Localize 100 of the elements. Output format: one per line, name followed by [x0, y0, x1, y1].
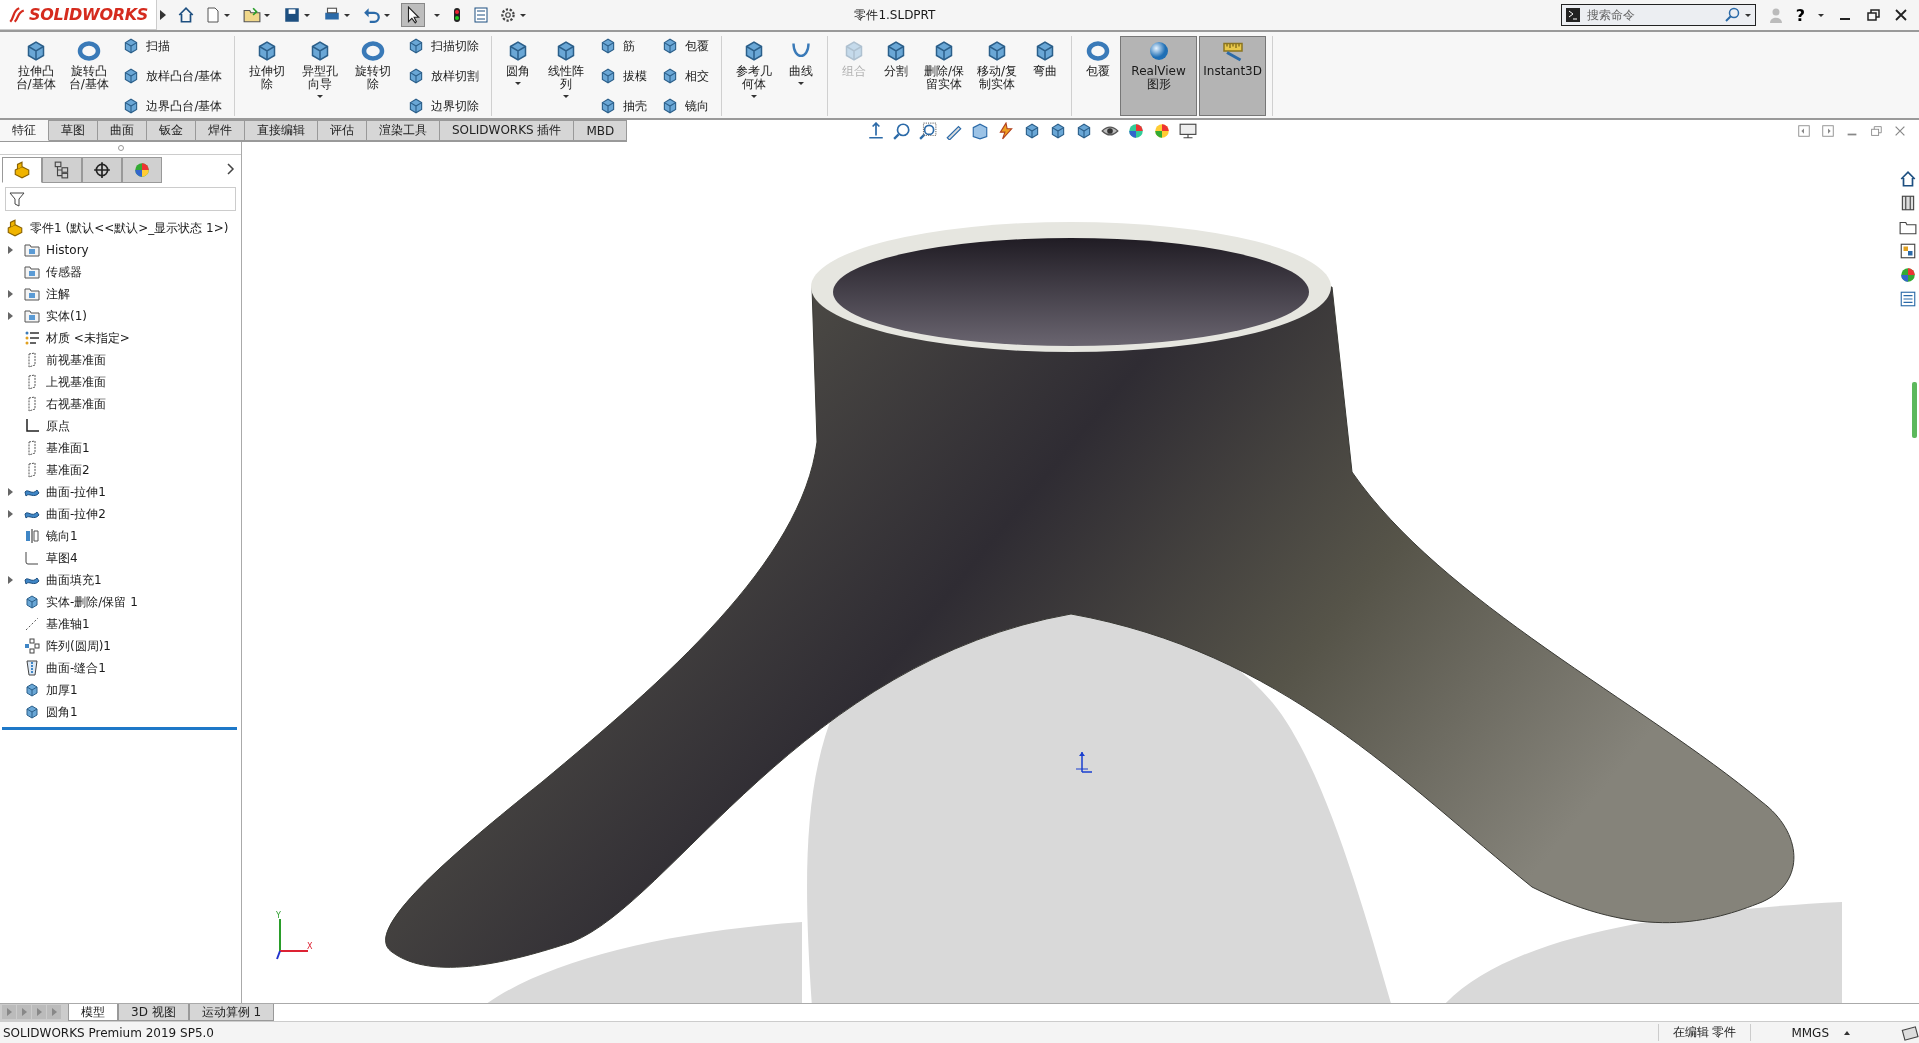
expand-triangle-icon[interactable] [6, 245, 14, 255]
ribbon-button[interactable]: 筋 [597, 36, 650, 56]
ribbon-button[interactable]: 拉伸凸台/基体 [10, 36, 62, 116]
expand-triangle-icon[interactable] [6, 487, 14, 497]
ribbon-button[interactable]: 弯曲 [1024, 36, 1065, 116]
ribbon-button[interactable]: 圆角 [498, 36, 538, 116]
caret-icon[interactable] [749, 93, 758, 100]
caret-icon[interactable] [303, 11, 312, 19]
caret-icon[interactable] [263, 11, 272, 19]
tree-item[interactable]: 基准轴1 [46, 615, 90, 633]
monitor-icon[interactable] [1179, 122, 1198, 140]
list-icon[interactable] [1899, 290, 1917, 308]
tree-item[interactable]: 曲面填充1 [46, 571, 102, 589]
caret-icon[interactable] [433, 11, 442, 19]
tree-item[interactable]: 基准面1 [46, 439, 90, 457]
caret-icon[interactable] [343, 11, 352, 19]
command-tab[interactable]: 特征 [0, 120, 49, 141]
tree-item[interactable]: 实体(1) [46, 307, 87, 325]
view-tab[interactable]: 模型 [68, 1004, 118, 1021]
tree-item[interactable]: 曲面-拉伸1 [46, 483, 106, 501]
ribbon-button[interactable]: 扫描 [120, 36, 225, 56]
tree-item[interactable]: 曲面-拉伸2 [46, 505, 106, 523]
save-icon[interactable] [283, 6, 302, 24]
ribbon-button[interactable]: 拉伸切除 [241, 36, 293, 116]
ribbon-button[interactable]: 拔模 [597, 66, 650, 86]
filter-field[interactable] [5, 187, 236, 211]
color-ball-icon[interactable] [1899, 266, 1917, 284]
ribbon-button[interactable]: 镜向 [659, 96, 712, 116]
ribbon-button[interactable]: 曲线 [781, 36, 822, 116]
command-tab[interactable]: 曲面 [98, 120, 147, 141]
grip-icon[interactable] [116, 144, 125, 152]
tree-item[interactable]: 曲面-缝合1 [46, 659, 106, 677]
panel-tab[interactable] [42, 157, 82, 183]
command-tab[interactable]: MBD [574, 120, 628, 141]
chevron-icon[interactable] [225, 162, 235, 176]
ribbon-button[interactable]: 参考几何体 [728, 36, 780, 116]
ribbon-button[interactable]: 放样凸台/基体 [120, 66, 225, 86]
panel-left-icon[interactable] [1797, 124, 1811, 138]
folder-icon[interactable] [243, 6, 262, 24]
ribbon-button[interactable]: 放样切割 [405, 66, 481, 86]
ribbon-button[interactable]: Instant3D [1199, 36, 1266, 116]
model-drawing[interactable] [385, 222, 1795, 968]
expand-triangle-icon[interactable] [6, 311, 14, 321]
view-tab[interactable]: 运动算例 1 [188, 1004, 275, 1021]
caret-icon[interactable] [1743, 11, 1752, 19]
command-tab[interactable]: 评估 [318, 120, 367, 141]
tree-item[interactable]: 传感器 [46, 263, 82, 281]
section-icon[interactable] [971, 122, 990, 140]
caret-icon[interactable] [797, 80, 806, 87]
ribbon-button[interactable]: 相交 [659, 66, 712, 86]
color-ball-icon[interactable] [1153, 122, 1172, 140]
zoom-area-icon[interactable] [919, 122, 938, 140]
command-tab[interactable]: 钣金 [147, 120, 196, 141]
arrow-icon[interactable] [867, 122, 886, 140]
ribbon-button[interactable]: 分割 [876, 36, 917, 116]
tree-item[interactable]: 加厚1 [46, 681, 78, 699]
tree-item[interactable]: 原点 [46, 417, 70, 435]
caret-icon[interactable] [519, 11, 528, 19]
ribbon-button[interactable]: 移动/复制实体 [971, 36, 1023, 116]
help-button[interactable]: ? [1795, 5, 1805, 25]
view-tab[interactable]: 3D 视图 [118, 1004, 189, 1021]
light-icon[interactable] [997, 122, 1016, 140]
tree-item[interactable]: 上视基准面 [46, 373, 106, 391]
palette-icon[interactable] [1899, 242, 1917, 260]
list-icon[interactable] [473, 6, 490, 24]
home-icon[interactable] [1899, 170, 1917, 188]
expand-triangle-icon[interactable] [6, 289, 14, 299]
ribbon-button[interactable]: 边界凸台/基体 [120, 96, 225, 116]
close-icon[interactable] [1893, 7, 1909, 23]
tree-item[interactable]: 草图4 [46, 549, 78, 567]
tree-item[interactable]: 右视基准面 [46, 395, 106, 413]
app-logo[interactable]: SOLIDWORKS [0, 0, 158, 30]
ribbon-button[interactable]: 旋转切除 [347, 36, 399, 116]
tree-item[interactable]: 注解 [46, 285, 70, 303]
caret-icon[interactable] [316, 93, 325, 100]
tree-item[interactable]: 前视基准面 [46, 351, 106, 369]
tree-item[interactable]: 镜向1 [46, 527, 78, 545]
caret-icon[interactable] [1817, 11, 1825, 19]
ribbon-button[interactable]: 旋转凸台/基体 [63, 36, 115, 116]
tree-item[interactable]: 材质 <未指定> [46, 329, 130, 347]
caret-icon[interactable] [383, 11, 392, 19]
library-icon[interactable] [1899, 194, 1917, 212]
ribbon-button[interactable]: 包覆 [1077, 36, 1118, 116]
panel-right-icon[interactable] [1821, 124, 1835, 138]
command-tab[interactable]: 直接编辑 [245, 120, 318, 141]
tree-item[interactable]: History [46, 243, 89, 257]
caret-icon[interactable] [514, 80, 522, 87]
tree-item[interactable]: 阵列(圆周)1 [46, 637, 111, 655]
home-icon[interactable] [177, 6, 196, 24]
ribbon-button[interactable]: 抽壳 [597, 96, 650, 116]
command-tab[interactable]: 渲染工具 [367, 120, 440, 141]
color-ball-icon[interactable] [1127, 122, 1146, 140]
panel-tab[interactable] [82, 157, 122, 183]
restore-icon[interactable] [1865, 7, 1881, 23]
command-tab[interactable]: 草图 [49, 120, 98, 141]
expand-triangle-icon[interactable] [6, 509, 14, 519]
command-tab[interactable]: 焊件 [196, 120, 245, 141]
ribbon-button[interactable]: RealView 图形 [1119, 36, 1198, 116]
units-selector[interactable]: MMGS [1791, 1025, 1829, 1040]
ribbon-button[interactable]: 扫描切除 [405, 36, 481, 56]
